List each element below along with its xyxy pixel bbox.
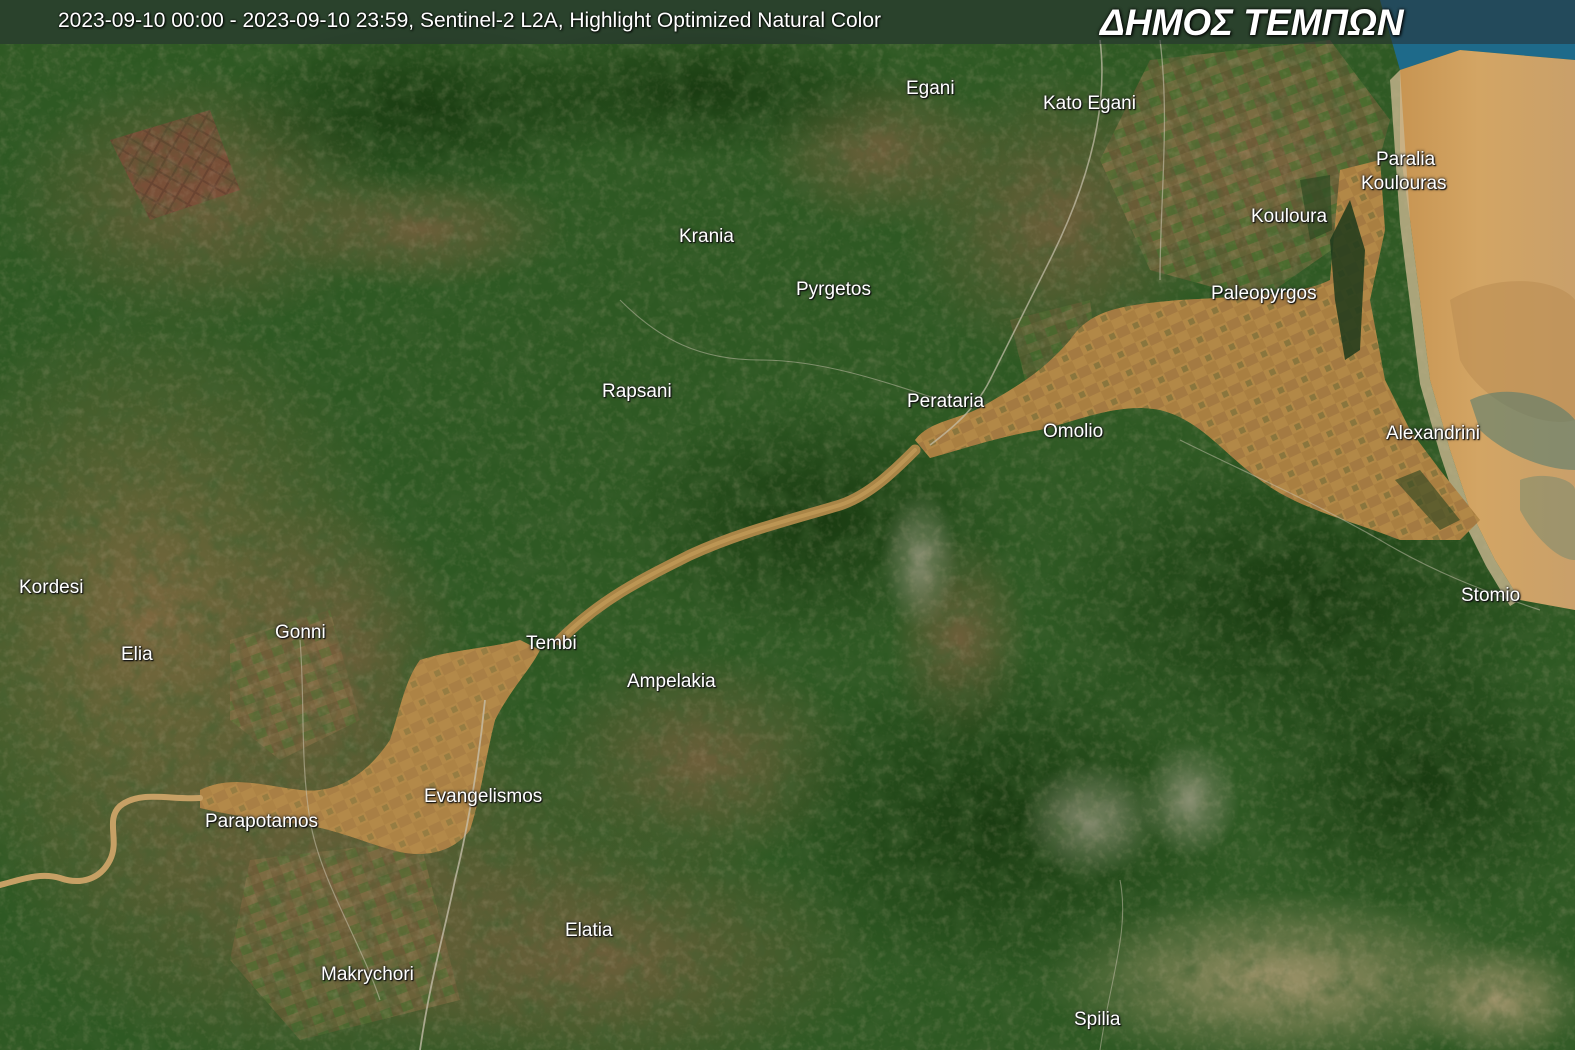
- place-label-kordesi: Kordesi: [19, 577, 84, 598]
- place-label-stomio: Stomio: [1461, 585, 1521, 606]
- place-label-paralia: Paralia: [1376, 149, 1436, 170]
- place-label-parapotamos: Parapotamos: [205, 811, 319, 832]
- imagery-date-range: 2023-09-10 00:00 - 2023-09-10 23:59, Sen…: [58, 9, 881, 32]
- place-label-evangelismos: Evangelismos: [424, 786, 543, 807]
- place-label-omolio: Omolio: [1043, 421, 1104, 442]
- place-label-krania: Krania: [679, 226, 734, 247]
- place-label-makrychori: Makrychori: [321, 964, 414, 985]
- place-label-kato-egani: Kato Egani: [1043, 93, 1136, 114]
- satellite-imagery: [0, 0, 1575, 1050]
- place-label-rapsani: Rapsani: [602, 381, 672, 402]
- place-label-spilia: Spilia: [1074, 1009, 1121, 1030]
- place-label-perataria: Perataria: [907, 391, 985, 412]
- place-label-ampelakia: Ampelakia: [627, 671, 716, 692]
- place-label-pyrgetos: Pyrgetos: [796, 279, 871, 300]
- place-label-egani: Egani: [906, 78, 955, 99]
- map-title: ΔΗΜΟΣ ΤΕΜΠΩΝ: [1100, 2, 1404, 43]
- place-label-elatia: Elatia: [565, 920, 613, 941]
- place-label-koulouras: Koulouras: [1361, 173, 1447, 194]
- place-label-kouloura: Kouloura: [1251, 206, 1328, 227]
- place-label-gonni: Gonni: [275, 622, 326, 643]
- place-label-alexandrini: Alexandrini: [1386, 423, 1480, 444]
- place-label-tembi: Tembi: [526, 633, 577, 654]
- place-label-elia: Elia: [121, 644, 153, 665]
- place-label-paleopyrgos: Paleopyrgos: [1211, 283, 1317, 304]
- satellite-map[interactable]: 2023-09-10 00:00 - 2023-09-10 23:59, Sen…: [0, 0, 1575, 1050]
